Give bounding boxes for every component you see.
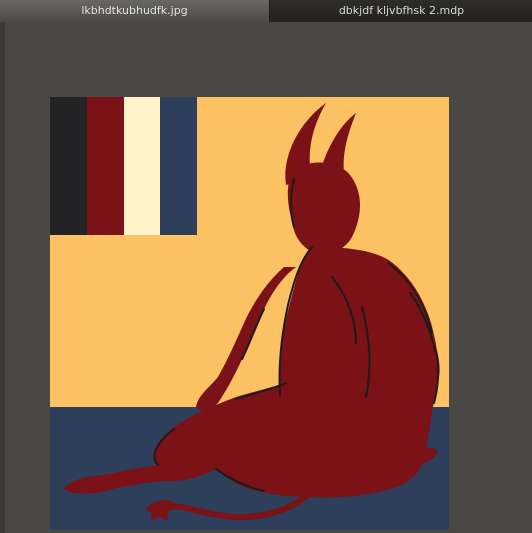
tab-label: lkbhdtkubhudfk.jpg	[81, 4, 188, 17]
tab-lkbhdtkubhudfk-jpg[interactable]: lkbhdtkubhudfk.jpg	[0, 0, 270, 22]
tab-label: dbkjdf kljvbfhsk 2.mdp	[338, 4, 465, 17]
devil-figure	[64, 103, 440, 521]
tail	[151, 492, 311, 521]
workspace-left-edge	[0, 22, 5, 533]
tail-tip	[146, 500, 178, 521]
devil-figure-illustration	[64, 103, 440, 521]
document-tab-bar: lkbhdtkubhudfk.jpg dbkjdf kljvbfhsk 2.md…	[0, 0, 532, 22]
left-foot	[64, 475, 114, 494]
paint-app-window: lkbhdtkubhudfk.jpg dbkjdf kljvbfhsk 2.md…	[0, 0, 532, 533]
tab-dbkjdf-kljvbfhsk-2-mdp[interactable]: dbkjdf kljvbfhsk 2.mdp	[271, 0, 532, 22]
drawing-canvas[interactable]	[50, 97, 449, 530]
